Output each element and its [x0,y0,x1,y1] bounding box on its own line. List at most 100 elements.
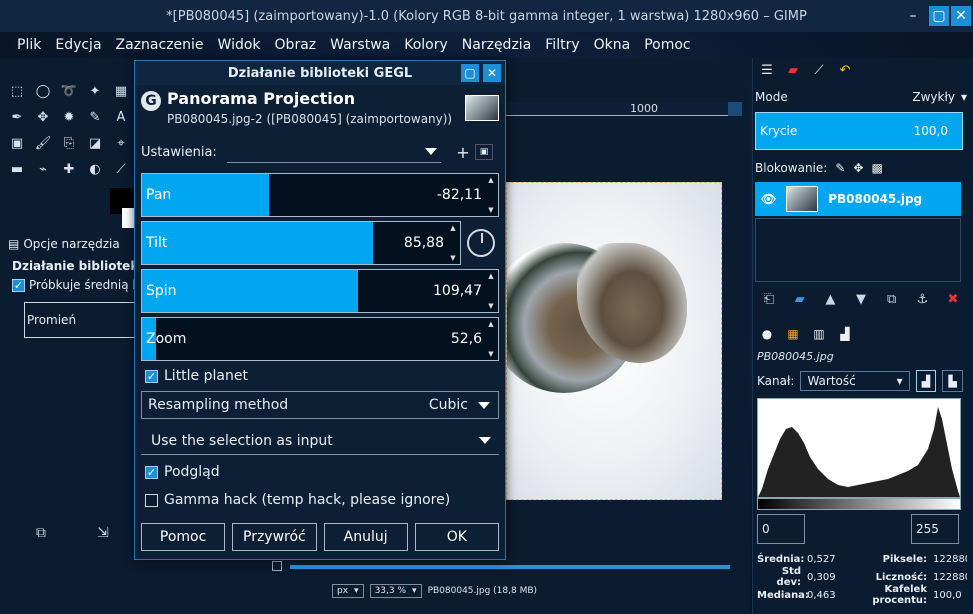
channels-tab-icon[interactable]: ▰ [783,60,803,80]
tilt-slider[interactable]: Tilt 85,88 ▲ ▼ [141,221,461,265]
menu-zaznaczenie[interactable]: Zaznaczenie [109,37,211,53]
rect-select-icon[interactable]: ⬚ [6,80,28,102]
gamma-hack-checkbox[interactable]: Gamma hack (temp hack, please ignore) [145,492,450,508]
save-options-icon[interactable]: ⧉ [32,524,50,542]
settings-combo[interactable] [227,141,441,163]
range-max-field[interactable]: 255 [911,514,959,544]
maximize-button[interactable]: ▢ [929,6,949,26]
mode-select[interactable]: Zwykły ▾ [912,90,967,104]
minimize-button[interactable]: – [901,4,925,28]
restore-options-icon[interactable]: ⇲ [94,524,112,542]
spin-buttons[interactable]: ▲ ▼ [486,272,496,310]
bucket-fill-icon[interactable]: ◪ [84,132,106,154]
move-icon[interactable]: ✥ [32,106,54,128]
fuzzy-select-icon[interactable]: ✦ [84,80,106,102]
dialog-maximize-button[interactable]: ▢ [461,64,479,82]
help-button[interactable]: Pomoc [141,523,226,551]
new-layer-icon[interactable]: ⎗ [759,292,779,312]
patterns-tab-icon[interactable]: ▦ [783,324,803,344]
menu-obraz[interactable]: Obraz [268,37,324,53]
foreground-select-icon[interactable]: ✹ [58,106,80,128]
menu-edycja[interactable]: Edycja [48,37,108,53]
little-planet-checkbox[interactable]: ✓ Little planet [145,368,248,384]
eraser-icon[interactable]: ▬ [6,158,28,180]
radius-field[interactable]: Promień [24,302,136,338]
spin-buttons[interactable]: ▲ ▼ [448,224,458,262]
sample-average-checkbox[interactable]: ✓ Próbkuje średnią kolorów [12,278,136,292]
tab-tool-options[interactable]: ▤ Opcje narzędzia [8,234,136,254]
pan-slider[interactable]: Pan -82,11 ▲ ▼ [141,173,499,217]
lock-alpha-icon[interactable]: ▩ [871,161,882,175]
tilt-dial-icon[interactable] [467,229,495,257]
spin-down-icon[interactable]: ▼ [488,302,493,310]
opacity-slider[interactable]: Krycie 100,0 [755,112,963,150]
lower-layer-icon[interactable]: ▼ [851,292,871,312]
ellipse-select-icon[interactable]: ◯ [32,80,54,102]
delete-layer-icon[interactable]: ✖ [943,292,963,312]
lasso-icon[interactable]: ➰ [58,80,80,102]
lock-pixels-icon[interactable]: ✎ [835,161,845,175]
smudge-icon[interactable]: ⌁ [32,158,54,180]
menu-filtry[interactable]: Filtry [538,37,586,53]
layers-tab-icon[interactable]: ☰ [757,60,777,80]
spin-buttons[interactable]: ▲ ▼ [486,320,496,358]
pencil-icon[interactable]: ✎ [84,106,106,128]
brushes-tab-icon[interactable]: ● [757,324,777,344]
menu-narzedzia[interactable]: Narzędzia [455,37,538,53]
undo-tab-icon[interactable]: ↶ [835,60,855,80]
dodge-icon[interactable]: ◐ [84,158,106,180]
resampling-select[interactable]: Resampling method Cubic [141,391,499,419]
heal-icon[interactable]: ✚ [58,158,80,180]
anchor-icon[interactable]: ⚓ [912,292,932,312]
text-icon[interactable]: A [110,106,132,128]
channel-select[interactable]: Wartość ▾ [800,371,910,391]
scroll-knob[interactable] [272,561,282,571]
unit-select[interactable]: px ▾ [332,584,364,598]
range-min-field[interactable]: 0 [757,514,805,544]
spin-up-icon[interactable]: ▲ [450,224,455,232]
zoom-slider[interactable]: Zoom 52,6 ▲ ▼ [141,317,499,361]
gradients-tab-icon[interactable]: ▥ [809,324,829,344]
crop-icon[interactable]: ▣ [6,132,28,154]
navigate-icon[interactable] [728,102,742,116]
menu-pomoc[interactable]: Pomoc [637,37,697,53]
spin-slider[interactable]: Spin 109,47 ▲ ▼ [141,269,499,313]
raise-layer-icon[interactable]: ▲ [820,292,840,312]
histogram-plot[interactable] [757,398,961,498]
preview-checkbox[interactable]: ✓ Podgląd [145,464,220,480]
measure-icon[interactable]: ⟋ [110,158,132,180]
paintbrush-icon[interactable]: 🖌 [32,132,54,154]
spin-down-icon[interactable]: ▼ [450,254,455,262]
menu-widok[interactable]: Widok [211,37,268,53]
paths-icon[interactable]: ✒ [6,106,28,128]
image-canvas[interactable] [506,182,722,500]
color-picker-icon[interactable]: ⌖ [110,132,132,154]
lock-position-icon[interactable]: ✥ [853,161,863,175]
spin-up-icon[interactable]: ▲ [488,272,493,280]
layer-item[interactable]: 👁 PB080045.jpg [755,182,961,216]
preset-menu-icon[interactable]: ▣ [475,144,493,160]
duplicate-layer-icon[interactable]: ⧉ [882,292,902,312]
new-group-icon[interactable]: ▰ [790,292,810,312]
spin-up-icon[interactable]: ▲ [488,176,493,184]
spin-buttons[interactable]: ▲ ▼ [486,176,496,214]
histogram-tab-icon[interactable]: ▟ [835,324,855,344]
zoom-select[interactable]: 33,3 % ▾ [369,584,422,598]
dialog-close-button[interactable]: ✕ [483,64,501,82]
add-preset-icon[interactable]: + [451,143,475,162]
eye-icon[interactable]: 👁 [761,192,776,206]
selection-input-select[interactable]: Use the selection as input [141,427,499,455]
log-histogram-icon[interactable]: ▙ [942,370,963,392]
clone-icon[interactable]: ⎘ [58,132,80,154]
dialog-title-bar[interactable]: Działanie biblioteki GEGL [135,61,505,85]
horizontal-scrollbar[interactable] [268,561,738,571]
menu-warstwa[interactable]: Warstwa [323,37,397,53]
linear-histogram-icon[interactable]: ▟ [915,370,937,392]
ok-button[interactable]: OK [414,523,499,551]
menu-kolory[interactable]: Kolory [397,37,455,53]
close-button[interactable]: ✕ [951,6,971,26]
spin-up-icon[interactable]: ▲ [488,320,493,328]
spin-down-icon[interactable]: ▼ [488,350,493,358]
reset-button[interactable]: Przywróć [232,523,317,551]
spin-down-icon[interactable]: ▼ [488,206,493,214]
